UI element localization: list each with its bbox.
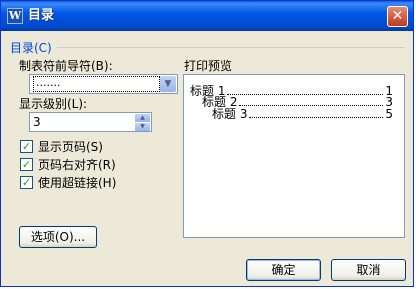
tab-leader-label: 制表符前导符(B): (19, 59, 113, 73)
spin-down-arrow-icon[interactable]: ▼ (135, 123, 150, 131)
show-page-numbers-label[interactable]: 显示页码(S) (38, 139, 103, 155)
section-divider (57, 47, 405, 48)
toc-entry-level-3: 标题 3 5 (212, 107, 393, 121)
title-bar[interactable]: W 目录 ✕ (1, 1, 413, 31)
tab-leader-dropdown[interactable]: ....... ▼ (29, 74, 178, 94)
print-preview-box: 标题 1 1 标题 2 3 标题 3 5 (183, 74, 405, 238)
chevron-down-icon[interactable]: ▼ (160, 76, 176, 92)
toc-dialog: W 目录 ✕ 目录(C) 制表符前导符(B): ....... ▼ 显示级别(L… (0, 0, 414, 287)
ok-button[interactable]: 确定 (246, 259, 321, 281)
dot-leader (249, 117, 384, 118)
show-page-numbers-checkbox[interactable]: ✓ (20, 140, 33, 153)
word-app-icon: W (7, 8, 23, 24)
dialog-title: 目录 (28, 8, 55, 23)
use-hyperlinks-label[interactable]: 使用超链接(H) (38, 175, 116, 191)
spin-up-arrow-icon[interactable]: ▲ (135, 114, 150, 122)
close-button[interactable]: ✕ (387, 6, 408, 27)
right-align-page-numbers-checkbox[interactable]: ✓ (20, 158, 33, 171)
show-levels-value[interactable]: 3 (33, 115, 41, 129)
options-button[interactable]: 选项(O)... (19, 226, 97, 248)
toc-entry-text: 标题 3 (212, 107, 248, 121)
show-levels-spinner[interactable]: 3 ▲ ▼ (29, 112, 152, 132)
right-align-page-numbers-label[interactable]: 页码右对齐(R) (38, 157, 116, 173)
cancel-button[interactable]: 取消 (331, 259, 406, 281)
dot-leader (239, 105, 384, 106)
show-levels-label: 显示级别(L): (19, 97, 88, 111)
tab-leader-value: ....... (33, 76, 160, 92)
toc-page-number: 5 (385, 107, 393, 121)
print-preview-label: 打印预览 (184, 59, 233, 73)
section-tab-label: 目录(C) (10, 41, 52, 55)
use-hyperlinks-checkbox[interactable]: ✓ (20, 176, 33, 189)
